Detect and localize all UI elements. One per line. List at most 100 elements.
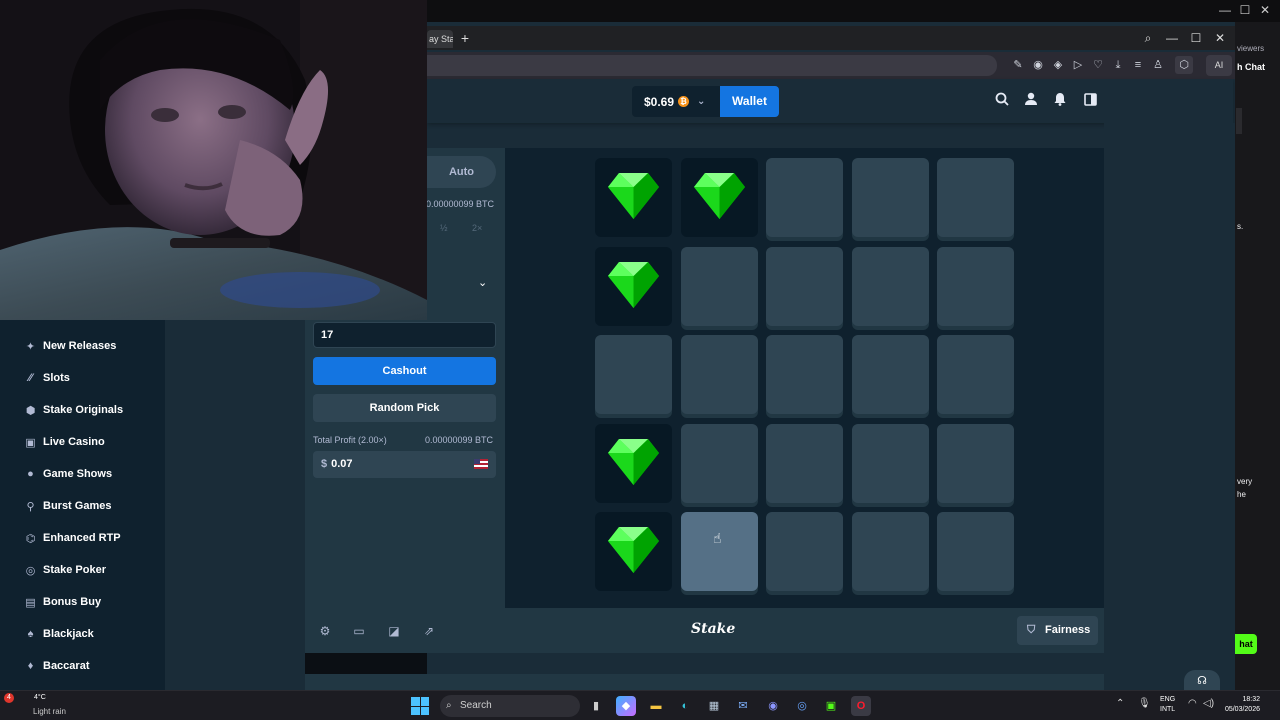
mine-tile[interactable]: [595, 335, 672, 414]
chat-button[interactable]: hat: [1235, 634, 1257, 654]
search-icon[interactable]: [993, 92, 1011, 110]
task-view-icon[interactable]: ▮: [586, 696, 606, 716]
browser-search-icon[interactable]: ⌕: [1139, 30, 1157, 46]
balance-selector[interactable]: $0.69 ₿ ⌄: [632, 86, 720, 117]
browser-minimize-icon[interactable]: —: [1163, 30, 1181, 46]
sidebar-item-burst-games[interactable]: ⚲ Burst Games: [24, 496, 164, 516]
mine-tile[interactable]: [851, 335, 929, 414]
double-bet-button[interactable]: 2×: [472, 223, 482, 233]
browser-tab[interactable]: ay Sta: [427, 30, 453, 48]
mine-tile[interactable]: [680, 335, 758, 414]
sidebar-item-stake-poker[interactable]: ◎ Stake Poker: [24, 560, 164, 580]
mine-tile[interactable]: [937, 512, 1014, 591]
mine-tile[interactable]: [851, 512, 929, 591]
new-tab-icon[interactable]: +: [457, 30, 473, 46]
sidebar-item-live-casino[interactable]: ▣ Live Casino: [24, 432, 164, 452]
random-pick-button[interactable]: Random Pick: [313, 394, 496, 422]
mine-tile[interactable]: [766, 512, 843, 591]
edit-icon[interactable]: ✎: [1011, 58, 1025, 72]
mine-tile[interactable]: [595, 512, 672, 591]
edge-icon[interactable]: ◐: [675, 696, 695, 716]
mine-tile[interactable]: [937, 423, 1014, 503]
chat-scrollbar[interactable]: [1236, 108, 1242, 134]
mine-tile[interactable]: [937, 158, 1014, 237]
sidebar-item-blackjack[interactable]: ♠ Blackjack: [24, 624, 164, 644]
mine-tile[interactable]: [595, 158, 672, 237]
mine-tile[interactable]: [680, 246, 758, 326]
mine-tile[interactable]: [851, 423, 929, 503]
bet-modifiers: ½ 2×: [440, 223, 482, 233]
sidebar-item-baccarat[interactable]: ♦ Baccarat: [24, 656, 164, 676]
url-field[interactable]: [427, 55, 997, 76]
wallet-button[interactable]: Wallet: [720, 86, 779, 117]
ai-button[interactable]: AI: [1206, 55, 1232, 76]
settings-icon[interactable]: ⚙: [318, 624, 332, 638]
user-icon[interactable]: [1022, 92, 1040, 110]
mine-tile[interactable]: [937, 246, 1014, 326]
mine-tile[interactable]: [766, 423, 843, 503]
mine-tile[interactable]: [595, 423, 672, 503]
sidebar-toggle-icon[interactable]: [1081, 92, 1099, 110]
play-icon[interactable]: ▷: [1071, 58, 1085, 72]
menu-icon[interactable]: ≡: [1131, 58, 1145, 72]
windows-start-icon[interactable]: [411, 697, 429, 715]
tab-auto[interactable]: Auto: [427, 156, 496, 188]
download-icon[interactable]: ⤓: [1111, 58, 1125, 72]
support-headset-icon[interactable]: ☊: [1184, 670, 1220, 692]
bell-icon[interactable]: [1051, 92, 1069, 110]
popout-icon[interactable]: ⇗: [422, 624, 436, 638]
mine-tile[interactable]: [766, 335, 843, 414]
file-explorer-icon[interactable]: ▬: [646, 696, 666, 716]
shield-check-icon: ⛉: [1027, 624, 1036, 636]
mine-tile[interactable]: [937, 335, 1014, 414]
mine-tile[interactable]: [851, 246, 929, 326]
os-maximize-icon[interactable]: ☐: [1236, 2, 1254, 18]
sidebar-item-bonus-buy[interactable]: ▤ Bonus Buy: [24, 592, 164, 612]
microphone-icon[interactable]: 🎙: [1138, 698, 1151, 709]
heart-icon[interactable]: ♡: [1091, 58, 1105, 72]
opera-icon[interactable]: O: [851, 696, 871, 716]
profile-icon[interactable]: ♙: [1151, 58, 1165, 72]
sidebar-item-enhanced-rtp[interactable]: ⌬ Enhanced RTP: [24, 528, 164, 548]
mine-tile[interactable]: [680, 158, 758, 237]
mine-tile[interactable]: [680, 423, 758, 503]
copilot-icon[interactable]: ◆: [616, 696, 636, 716]
language-indicator[interactable]: ENG INTL: [1160, 695, 1175, 715]
weather-temp: 4°C: [34, 694, 46, 701]
os-close-icon[interactable]: ✕: [1256, 2, 1274, 18]
mine-tile[interactable]: [595, 246, 672, 326]
store-icon[interactable]: ▦: [704, 696, 724, 716]
weather-widget[interactable]: 4°C Light rain: [18, 694, 66, 719]
mine-tile[interactable]: [766, 246, 843, 326]
extension-icon[interactable]: ⬡: [1175, 56, 1193, 74]
wifi-icon[interactable]: ◠: [1188, 698, 1197, 709]
sidebar-item-slots[interactable]: ⁄⁄ Slots: [24, 368, 164, 388]
mine-tile[interactable]: [851, 158, 929, 237]
stats-icon[interactable]: ◪: [387, 624, 401, 638]
sidebar-item-new-releases[interactable]: ✦ New Releases: [24, 336, 164, 356]
mine-tile[interactable]: [680, 512, 758, 591]
taskbar-search[interactable]: ⌕ Search: [440, 695, 580, 717]
gems-input[interactable]: 17: [313, 322, 496, 348]
shield-icon[interactable]: ◈: [1051, 58, 1065, 72]
camera-icon[interactable]: ◉: [1031, 58, 1045, 72]
chrome-icon[interactable]: ◎: [792, 696, 812, 716]
volume-icon[interactable]: ◁): [1203, 698, 1214, 709]
taskbar-clock[interactable]: 18:32 05/03/2026: [1218, 695, 1260, 715]
half-bet-button[interactable]: ½: [440, 223, 448, 233]
app-icon[interactable]: ✉: [733, 696, 753, 716]
tray-chevron-up-icon[interactable]: ⌃: [1116, 698, 1124, 709]
browser-maximize-icon[interactable]: ☐: [1187, 30, 1205, 46]
browser-close-icon[interactable]: ✕: [1211, 30, 1229, 46]
discord-icon[interactable]: ◉: [763, 696, 783, 716]
cashout-button[interactable]: Cashout: [313, 357, 496, 385]
chevron-down-icon[interactable]: ⌄: [478, 276, 487, 289]
sidebar-item-stake-originals[interactable]: ⬢ Stake Originals: [24, 400, 164, 420]
sidebar-item-game-shows[interactable]: ● Game Shows: [24, 464, 164, 484]
os-minimize-icon[interactable]: —: [1216, 2, 1234, 18]
total-profit-label: Total Profit (2.00×): [313, 435, 387, 445]
kick-icon[interactable]: ▣: [821, 696, 841, 716]
mine-tile[interactable]: [766, 158, 843, 237]
fairness-button[interactable]: ⛉ Fairness: [1017, 616, 1098, 645]
theatre-mode-icon[interactable]: ▭: [352, 624, 366, 638]
